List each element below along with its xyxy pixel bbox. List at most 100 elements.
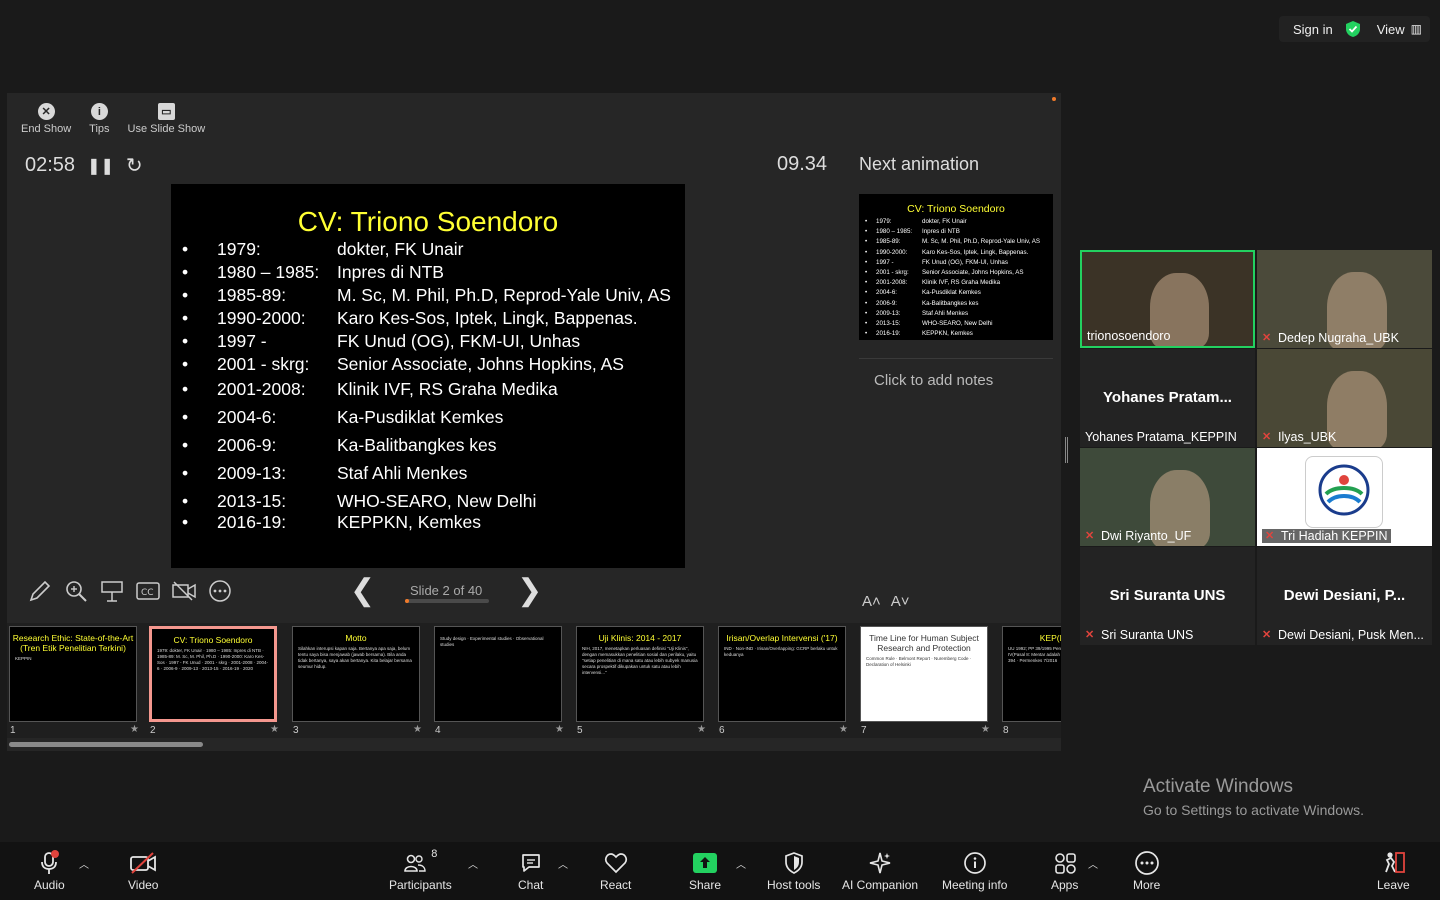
scrollbar-knob[interactable] [9,742,203,747]
next-slide-row-text: dokter, FK Unair [922,218,967,225]
audio-options-caret[interactable]: ︿ [79,856,89,871]
next-slide-row: • 1985-89: M. Sc, M. Phil, Ph.D, Reprod-Ya… [859,237,1053,247]
slide-thumbnail[interactable]: Study design · Experimental studies · Ob… [434,626,562,722]
thumbnail-scrollbar[interactable] [7,738,1061,751]
participant-tile[interactable]: trionosoendoro [1080,250,1255,348]
participants-count: 8 [431,848,438,860]
meeting-info-button[interactable]: Meeting info [942,848,1007,892]
apps-options-caret[interactable]: ︿ [1088,856,1098,871]
participant-name-tag: ✕ Dedep Nugraha_UBK [1262,331,1399,345]
slide-row: • 2013-15: WHO-SEARO, New Delhi [181,491,681,512]
react-button[interactable]: React [600,848,631,892]
next-slide-row: • 1990-2000: Karo Kes-Sos, Iptek, Lingk, B… [859,248,1053,258]
slide-thumbnail[interactable]: Uji Klinis: 2014 - 2017 NIH, 2017, meneta… [576,626,704,722]
thumbnail-title: Research Ethic: State-of-the-Art (Tren E… [12,633,134,653]
slide-thumbnail[interactable]: CV: Triono Soendoro 1979: dokter, FK Unai… [149,626,277,722]
next-slide-row: • 1979: dokter, FK Unair [859,217,1053,227]
camera-off-icon[interactable] [171,578,197,604]
presenter-icon[interactable] [99,578,125,604]
participants-options-caret[interactable]: ︿ [468,856,478,871]
leave-button[interactable]: Leave [1377,848,1410,892]
bullet: • [182,308,189,328]
bullet: • [182,239,189,259]
share-options-caret[interactable]: ︿ [736,856,746,871]
mic-muted-icon: ✕ [1262,431,1272,443]
thumbnail-number: 5 [577,725,583,736]
chat-options-caret[interactable]: ︿ [558,856,568,871]
gallery-resize-handle[interactable] [1065,437,1068,463]
increase-font-icon[interactable]: A˄ [862,593,881,610]
shield-check-icon [1345,21,1360,37]
participant-tile[interactable]: ✕ Tri Hadiah KEPPIN [1257,448,1432,546]
subtitles-icon[interactable]: CC [135,578,161,604]
bullet: • [182,491,189,511]
notes-font-controls: A˄ A˅ [862,593,910,610]
next-slide-row-text: Ka-Balitbangkes kes [922,299,979,307]
participant-tile[interactable]: ✕ Dedep Nugraha_UBK [1257,250,1432,348]
next-slide-row: • 2013-15: WHO-SEARO, New Delhi [859,319,1053,329]
participants-button[interactable]: 8 Participants [389,848,452,892]
restart-icon[interactable]: ↻ [126,153,143,178]
thumbnail-body: Common Rule · Belmont Report · Nuremberg… [866,656,972,667]
participant-display-name: Sri Suranta UNS [1109,587,1226,604]
participant-tile[interactable]: Sri Suranta UNS ✕ Sri Suranta UNS [1080,547,1255,645]
notes-field[interactable]: Click to add notes [874,372,993,389]
slide-thumbnail[interactable]: Motto Silahkan interupsi kapan saja. Bert… [292,626,420,722]
ai-companion-button[interactable]: AI Companion [842,848,918,892]
slide-row: • 1979: dokter, FK Unair [181,239,681,260]
next-slide-icon[interactable]: ❯ [517,576,542,606]
presenter-view: ✕ End Show i Tips ▭ Use Slide Show 02:58… [7,93,1061,751]
tips-button[interactable]: i Tips [89,103,110,135]
apps-button[interactable]: Apps [1051,848,1078,892]
participant-tile[interactable]: ✕ Dwi Riyanto_UF [1080,448,1255,546]
participant-name: trionosoendoro [1087,329,1171,343]
participant-tile[interactable]: Dewi Desiani, P... ✕ Dewi Desiani, Pusk Me… [1257,547,1432,645]
slide-row-year: 1980 – 1985: [217,262,320,282]
participant-tile[interactable]: ✕ Ilyas_UBK [1257,349,1432,447]
mic-muted-icon: ✕ [1265,530,1275,542]
bullet: • [865,258,868,266]
more-options-icon[interactable] [207,578,233,604]
zoom-icon[interactable] [63,578,89,604]
participant-tile[interactable]: Yohanes Pratam... Yohanes Pratama_KEPPIN [1080,349,1255,447]
pause-icon[interactable]: ❚❚ [87,156,114,176]
slide-thumbnail-strip: Research Ethic: State-of-the-Art (Tren E… [7,623,1061,739]
star-icon: ★ [413,724,422,735]
slide-thumbnail[interactable]: Irisan/Overlap Intervensi ('17) IND · Non… [718,626,846,722]
share-button[interactable]: Share [689,848,721,892]
participant-name-tag: ✕ Sri Suranta UNS [1085,628,1193,642]
leave-label: Leave [1377,878,1410,892]
previous-slide-icon[interactable]: ❮ [350,576,375,606]
thumbnail-body: UU 1992; PP 39/1995 Pengembangan Keseha … [1008,646,1061,663]
participant-name-tag: trionosoendoro [1087,329,1170,343]
slide-row-year: 2001-2008: [217,379,306,399]
pen-icon[interactable] [27,578,53,604]
audio-button[interactable]: Audio [34,848,65,892]
view-button[interactable]: View ▥ [1367,22,1422,37]
meeting-toolbar: Audio ︿ Video 8 Participants ︿ Chat ︿ Re… [0,842,1440,900]
slide-row-year: 2001 - skrg: [217,354,310,374]
sign-in-button[interactable]: Sign in [1287,22,1339,37]
bullet: • [182,354,189,374]
slide-thumbnail[interactable]: Time Line for Human Subject Research and… [860,626,988,722]
use-slide-show-button[interactable]: ▭ Use Slide Show [128,103,205,135]
chat-button[interactable]: Chat [518,848,543,892]
decrease-font-icon[interactable]: A˅ [891,593,910,610]
slide-row-text: Karo Kes-Sos, Iptek, Lingk, Bappenas. [337,308,638,328]
bullet: • [182,407,189,427]
next-slide-preview[interactable]: CV: Triono Soendoro • 1979: dokter, FK Una… [859,194,1053,340]
slide-row-text: Inpres di NTB [337,262,444,282]
more-button[interactable]: More [1133,848,1160,892]
slide-thumbnail[interactable]: KEP(K)-Indon UU 1992; PP 39/1995 Pengemba… [1002,626,1061,722]
slide-row: • 2001 - skrg: Senior Associate, Johns Hop… [181,354,681,375]
participant-name-tag: ✕ Dewi Desiani, Pusk Men... [1262,628,1424,642]
video-button[interactable]: Video [128,848,158,892]
bullet: • [182,331,189,351]
slide-row-text: Senior Associate, Johns Hopkins, AS [337,354,624,374]
slide-thumbnail[interactable]: Research Ethic: State-of-the-Art (Tren E… [9,626,137,722]
end-show-button[interactable]: ✕ End Show [21,103,71,135]
thumbnail-number: 1 [10,725,16,736]
host-tools-button[interactable]: Host tools [767,848,820,892]
slide-row: • 2009-13: Staf Ahli Menkes [181,463,681,484]
participant-name-tag: Yohanes Pratama_KEPPIN [1085,430,1237,444]
